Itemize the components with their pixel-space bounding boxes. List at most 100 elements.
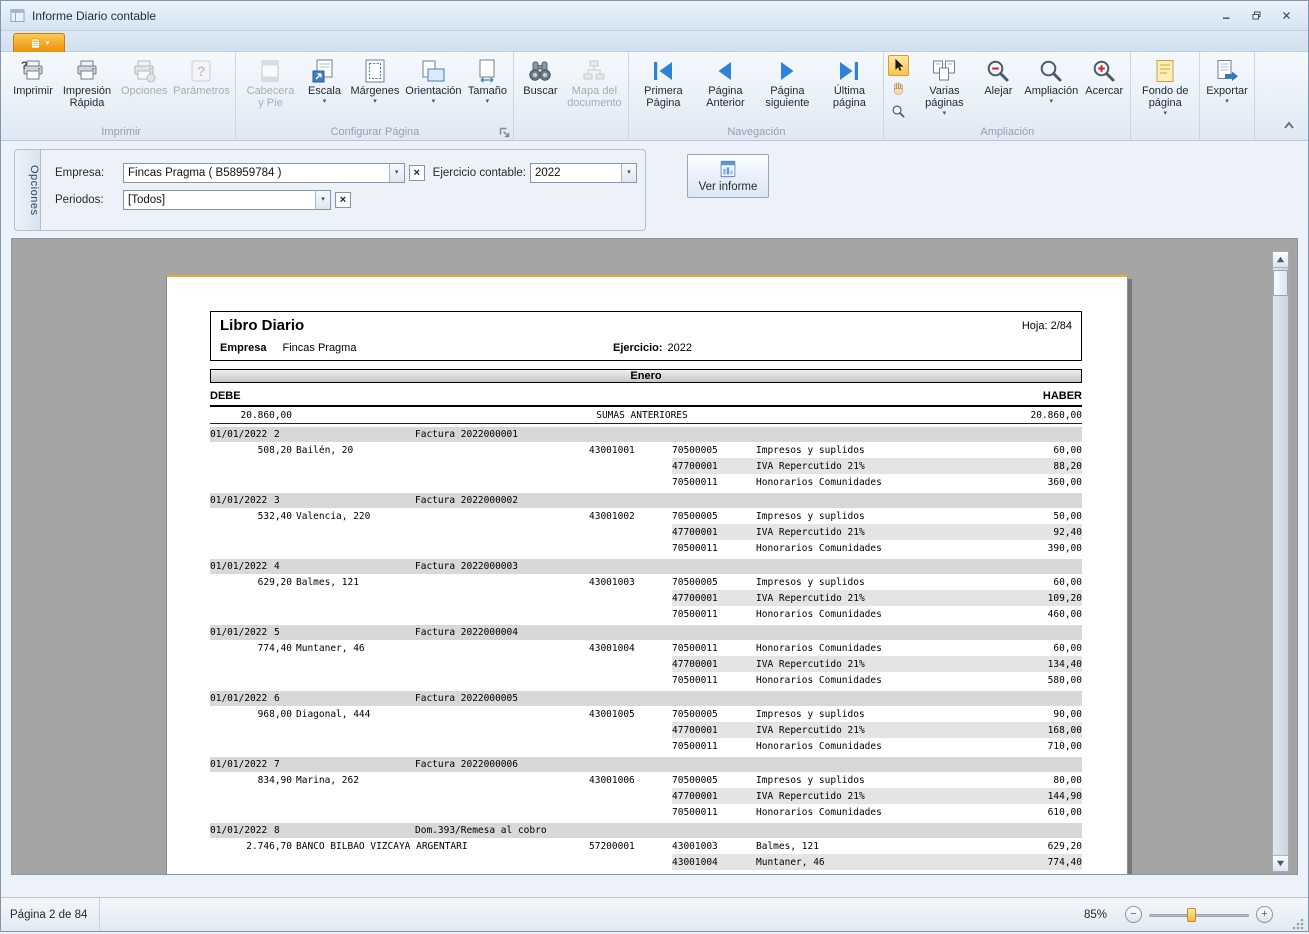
button-label: Márgenes: [350, 85, 399, 97]
ribbon-group: Exportar▾: [1200, 52, 1255, 140]
imprimir-button[interactable]: ?Imprimir: [10, 54, 56, 122]
preview-vertical-scrollbar[interactable]: [1272, 251, 1289, 872]
resize-grip[interactable]: [1289, 915, 1305, 931]
status-page-indicator: Página 2 de 84: [1, 898, 100, 931]
entry-number: 3: [272, 495, 415, 506]
orientacion-button[interactable]: Orientación▾: [402, 54, 464, 122]
entry-number: 6: [272, 693, 415, 704]
entry-line: 70500011Honorarios Comunidades710,00: [210, 738, 1082, 754]
entry-line: 70500011Honorarios Comunidades580,00: [210, 672, 1082, 688]
ribbon-group: Primera PáginaPágina AnteriorPágina sigu…: [629, 52, 884, 140]
options-panel-tab[interactable]: Opciones: [15, 150, 41, 230]
periodos-dropdown-button[interactable]: ▾: [315, 191, 330, 209]
varias-paginas-button[interactable]: Varias páginas▾: [913, 54, 975, 122]
printer-options-icon: [131, 56, 157, 85]
parameters-icon: ?: [188, 56, 214, 85]
periodos-combobox[interactable]: ▾: [123, 190, 331, 210]
periodos-clear-button[interactable]: ×: [335, 192, 351, 208]
zoom-percentage: 85%: [1084, 909, 1107, 921]
entry-concept: Factura 2022000005: [415, 693, 1082, 704]
ejercicio-combobox[interactable]: ▾: [530, 163, 637, 183]
margenes-button[interactable]: Márgenes▾: [347, 54, 402, 122]
dropdown-arrow-icon: ▾: [1163, 110, 1167, 118]
pointer-tool-button[interactable]: [888, 55, 909, 76]
orientation-icon: [420, 56, 446, 85]
line-haber: 774,40: [992, 857, 1082, 868]
empresa-combobox[interactable]: ▾: [123, 163, 405, 183]
empresa-clear-button[interactable]: ×: [409, 165, 425, 181]
scroll-up-button[interactable]: [1273, 252, 1288, 268]
ultima-pagina-button[interactable]: Última página: [818, 54, 880, 122]
button-label: Alejar: [984, 85, 1012, 97]
ampliacion-button[interactable]: Ampliación▾: [1021, 54, 1081, 122]
pagina-anterior-button[interactable]: Página Anterior: [694, 54, 756, 122]
magnifier-tool-button[interactable]: [888, 101, 909, 122]
zoom-icon: [1038, 56, 1064, 85]
entry-number: 4: [272, 561, 415, 572]
entry-concept: Factura 2022000006: [415, 759, 1082, 770]
empresa-input[interactable]: [124, 167, 389, 179]
collapse-ribbon-button[interactable]: [1280, 117, 1298, 132]
line-haber: 60,00: [992, 643, 1082, 654]
line-haber: 360,00: [992, 477, 1082, 488]
journal-entry: 01/01/20228Dom.393/Remesa al cobro2.746,…: [210, 823, 1082, 870]
title-bar: Informe Diario contable: [1, 1, 1308, 31]
ejercicio-input[interactable]: [531, 167, 621, 179]
ribbon-group: BuscarMapa del documento: [514, 52, 629, 140]
buscar-button[interactable]: Buscar: [517, 54, 563, 122]
margins-icon: [362, 56, 388, 85]
line-credit-account: 47700001: [672, 725, 756, 736]
impresion-rapida-button[interactable]: Impresión Rápida: [56, 54, 118, 122]
pagina-siguiente-button[interactable]: Página siguiente: [756, 54, 818, 122]
next-page-icon: [774, 56, 800, 85]
line-haber: 60,00: [992, 445, 1082, 456]
preview-area[interactable]: Libro Diario Hoja: 2/84 Empresa Fincas P…: [11, 238, 1298, 875]
line-haber: 50,00: [992, 511, 1082, 522]
journal-entry: 01/01/20223Factura 2022000002532,40Valen…: [210, 493, 1082, 556]
button-label: Escala: [308, 85, 341, 97]
minimize-button[interactable]: [1213, 6, 1240, 25]
dropdown-arrow-icon: ▾: [486, 98, 490, 106]
button-label: Varias páginas: [916, 85, 972, 109]
ver-informe-button[interactable]: Ver informe: [687, 154, 769, 198]
fondo-de-pagina-button[interactable]: Fondo de página▾: [1134, 54, 1196, 122]
scroll-down-button[interactable]: [1273, 855, 1288, 871]
exportar-button[interactable]: Exportar▾: [1203, 54, 1251, 122]
report-ejercicio: Ejercicio: 2022: [613, 342, 692, 354]
line-description: IVA Repercutido 21%: [756, 791, 992, 802]
line-credit-account: 70500011: [672, 741, 756, 752]
line-description: IVA Repercutido 21%: [756, 659, 992, 670]
ribbon-groups: ?ImprimirImpresión RápidaOpciones?Paráme…: [1, 52, 1255, 140]
ver-informe-label: Ver informe: [699, 181, 758, 193]
primera-pagina-button[interactable]: Primera Página: [632, 54, 694, 122]
zoom-slider[interactable]: [1147, 905, 1251, 925]
button-label: Impresión Rápida: [59, 85, 115, 109]
periodos-input[interactable]: [124, 194, 315, 206]
button-label: Exportar: [1206, 85, 1248, 97]
maximize-restore-button[interactable]: [1243, 6, 1270, 25]
report-entries: 01/01/20222Factura 2022000001508,20Bailé…: [210, 427, 1082, 870]
zoom-in-button[interactable]: +: [1256, 906, 1273, 923]
line-description: IVA Repercutido 21%: [756, 461, 992, 472]
entry-line: 629,20Balmes, 1214300100370500005Impreso…: [210, 574, 1082, 590]
hand-tool-button[interactable]: [888, 78, 909, 99]
escala-button[interactable]: Escala▾: [301, 54, 347, 122]
scrollbar-thumb[interactable]: [1273, 270, 1288, 296]
empresa-dropdown-button[interactable]: ▾: [389, 164, 404, 182]
tamano-button[interactable]: Tamaño▾: [464, 54, 510, 122]
magnifier-tool-icon: [891, 104, 906, 119]
entry-line: 508,20Bailén, 204300100170500005Impresos…: [210, 442, 1082, 458]
acercar-button[interactable]: Acercar: [1081, 54, 1127, 122]
close-button[interactable]: [1273, 6, 1300, 25]
ejercicio-dropdown-button[interactable]: ▾: [621, 164, 636, 182]
zoom-out-button[interactable]: −: [1125, 906, 1142, 923]
report-ejercicio-value: 2022: [668, 342, 692, 354]
line-credit-account: 70500005: [672, 445, 756, 456]
zoom-slider-thumb[interactable]: [1187, 908, 1196, 922]
alejar-button[interactable]: Alejar: [975, 54, 1021, 122]
line-credit-account: 47700001: [672, 527, 756, 538]
dialog-launcher-button[interactable]: [498, 126, 511, 139]
button-label: Página siguiente: [759, 85, 815, 109]
line-haber: 80,00: [992, 775, 1082, 786]
application-menu-button[interactable]: ▾: [13, 33, 65, 52]
